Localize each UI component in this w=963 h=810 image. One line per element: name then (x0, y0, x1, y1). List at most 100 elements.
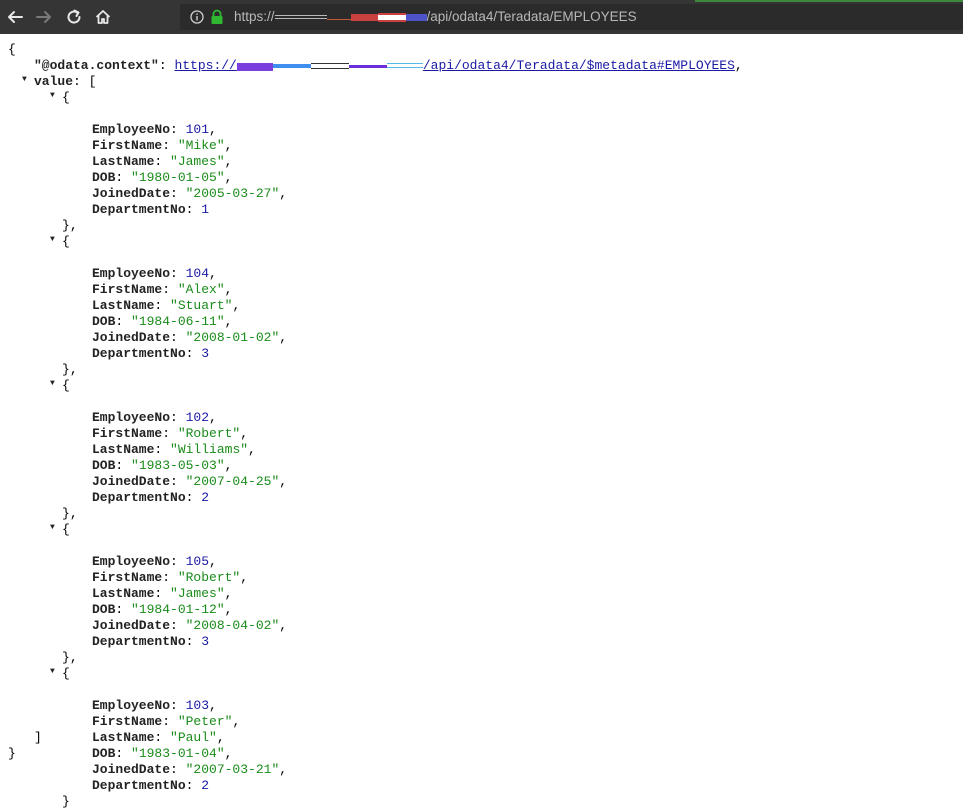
field-value: 104 (185, 266, 210, 281)
record-field-row: FirstName: "Alex", (92, 282, 233, 297)
record-toggle[interactable]: ▼ (50, 376, 55, 392)
field-key: JoinedDate (92, 474, 171, 489)
url-text[interactable]: https:// /api/odata4/Teradata/EMPLOYEES (234, 9, 637, 24)
odata-context-link[interactable]: https:///api/odata4/Teradata/$metadata#E… (174, 58, 734, 73)
reload-button[interactable] (63, 6, 85, 28)
field-value: "Peter" (177, 714, 233, 729)
field-value: 3 (201, 346, 210, 361)
field-value: 1 (201, 202, 210, 217)
field-value: 102 (185, 410, 210, 425)
field-key: EmployeeNo (92, 698, 171, 713)
field-value: "1983-05-03" (131, 458, 225, 473)
field-key: JoinedDate (92, 186, 171, 201)
record-field-row: LastName: "Stuart", (92, 298, 241, 313)
forward-button[interactable] (33, 6, 55, 28)
record-open-brace: { (62, 378, 70, 393)
record-field-row: DepartmentNo: 3 (92, 346, 210, 361)
record-field-row: JoinedDate: "2007-04-25", (92, 474, 288, 489)
field-key: EmployeeNo (92, 554, 171, 569)
value-toggle[interactable]: ▼ (22, 72, 27, 88)
field-value: "1984-01-12" (131, 602, 225, 617)
record-close-brace: }, (62, 362, 78, 377)
json-open-brace: { (8, 42, 16, 57)
field-key: DepartmentNo (92, 490, 186, 505)
record-toggle[interactable]: ▼ (50, 232, 55, 248)
field-key: FirstName (92, 570, 163, 585)
odata-context-key: "@odata.context" (34, 58, 159, 73)
record-toggle[interactable]: ▼ (50, 520, 55, 536)
address-bar[interactable]: https:// /api/odata4/Teradata/EMPLOYEES (180, 4, 963, 30)
value-row: value: [ (34, 74, 97, 89)
record-toggle[interactable]: ▼ (50, 88, 55, 104)
record-field-row: LastName: "James", (92, 154, 233, 169)
back-button[interactable] (4, 6, 26, 28)
field-key: DepartmentNo (92, 778, 186, 793)
arrow-left-icon (8, 11, 23, 23)
field-value: "James" (170, 586, 225, 601)
record-open-brace: { (62, 234, 70, 249)
field-key: FirstName (92, 282, 163, 297)
record-field-row: DOB: "1983-05-03", (92, 458, 233, 473)
redacted-link-host (236, 61, 423, 71)
field-value: "1984-06-11" (131, 314, 225, 329)
field-value: "Williams" (170, 442, 249, 457)
record-field-row: FirstName: "Robert", (92, 426, 249, 441)
record-close-brace: }, (62, 218, 78, 233)
field-value: 2 (201, 778, 210, 793)
field-key: DOB (92, 746, 116, 761)
field-key: EmployeeNo (92, 410, 171, 425)
record-toggle[interactable]: ▼ (50, 664, 55, 680)
field-key: JoinedDate (92, 330, 171, 345)
field-key: FirstName (92, 426, 163, 441)
field-key: DepartmentNo (92, 634, 186, 649)
record-open-brace: { (62, 522, 70, 537)
field-value: 101 (185, 122, 210, 137)
field-value: 105 (185, 554, 210, 569)
field-key: LastName (92, 298, 155, 313)
field-value: "2008-04-02" (185, 618, 280, 633)
active-tab-indicator (695, 0, 963, 2)
field-key: DOB (92, 458, 116, 473)
info-icon[interactable] (190, 10, 204, 24)
field-value: "Mike" (177, 138, 225, 153)
record-field-row: FirstName: "Robert", (92, 570, 249, 585)
arrow-right-icon (36, 11, 51, 23)
record-field-row: DOB: "1983-01-04", (92, 746, 233, 761)
field-key: DOB (92, 314, 116, 329)
record-field-row: DepartmentNo: 2 (92, 490, 210, 505)
lock-icon (211, 9, 223, 24)
record-open-brace: { (62, 666, 70, 681)
record-field-row: JoinedDate: "2008-01-02", (92, 330, 288, 345)
home-icon (95, 10, 111, 24)
json-close-brace: } (8, 746, 16, 761)
field-key: DOB (92, 602, 116, 617)
field-value: "1983-01-04" (131, 746, 225, 761)
field-key: DepartmentNo (92, 202, 186, 217)
record-field-row: EmployeeNo: 103, (92, 698, 217, 713)
odata-context-row: "@odata.context": https:///api/odata4/Te… (34, 58, 743, 73)
field-value: "1980-01-05" (131, 170, 225, 185)
field-value: "Alex" (177, 282, 225, 297)
field-key: EmployeeNo (92, 266, 171, 281)
field-value: "2007-03-21" (185, 762, 280, 777)
record-field-row: DOB: "1984-01-12", (92, 602, 233, 617)
url-path: /api/odata4/Teradata/EMPLOYEES (426, 9, 637, 24)
record-field-row: FirstName: "Peter", (92, 714, 241, 729)
reload-icon (67, 9, 81, 24)
field-value: "Robert" (177, 570, 241, 585)
record-field-row: FirstName: "Mike", (92, 138, 233, 153)
field-key: LastName (92, 154, 155, 169)
field-key: LastName (92, 586, 155, 601)
record-field-row: EmployeeNo: 105, (92, 554, 217, 569)
field-key: EmployeeNo (92, 122, 171, 137)
field-value: 2 (201, 490, 210, 505)
home-button[interactable] (92, 6, 114, 28)
record-field-row: DepartmentNo: 3 (92, 634, 210, 649)
field-key: LastName (92, 730, 155, 745)
field-value: "Robert" (177, 426, 241, 441)
record-field-row: EmployeeNo: 102, (92, 410, 217, 425)
redacted-host (274, 11, 427, 23)
field-value: 3 (201, 634, 210, 649)
field-value: "Stuart" (170, 298, 233, 313)
record-open-brace: { (62, 90, 70, 105)
